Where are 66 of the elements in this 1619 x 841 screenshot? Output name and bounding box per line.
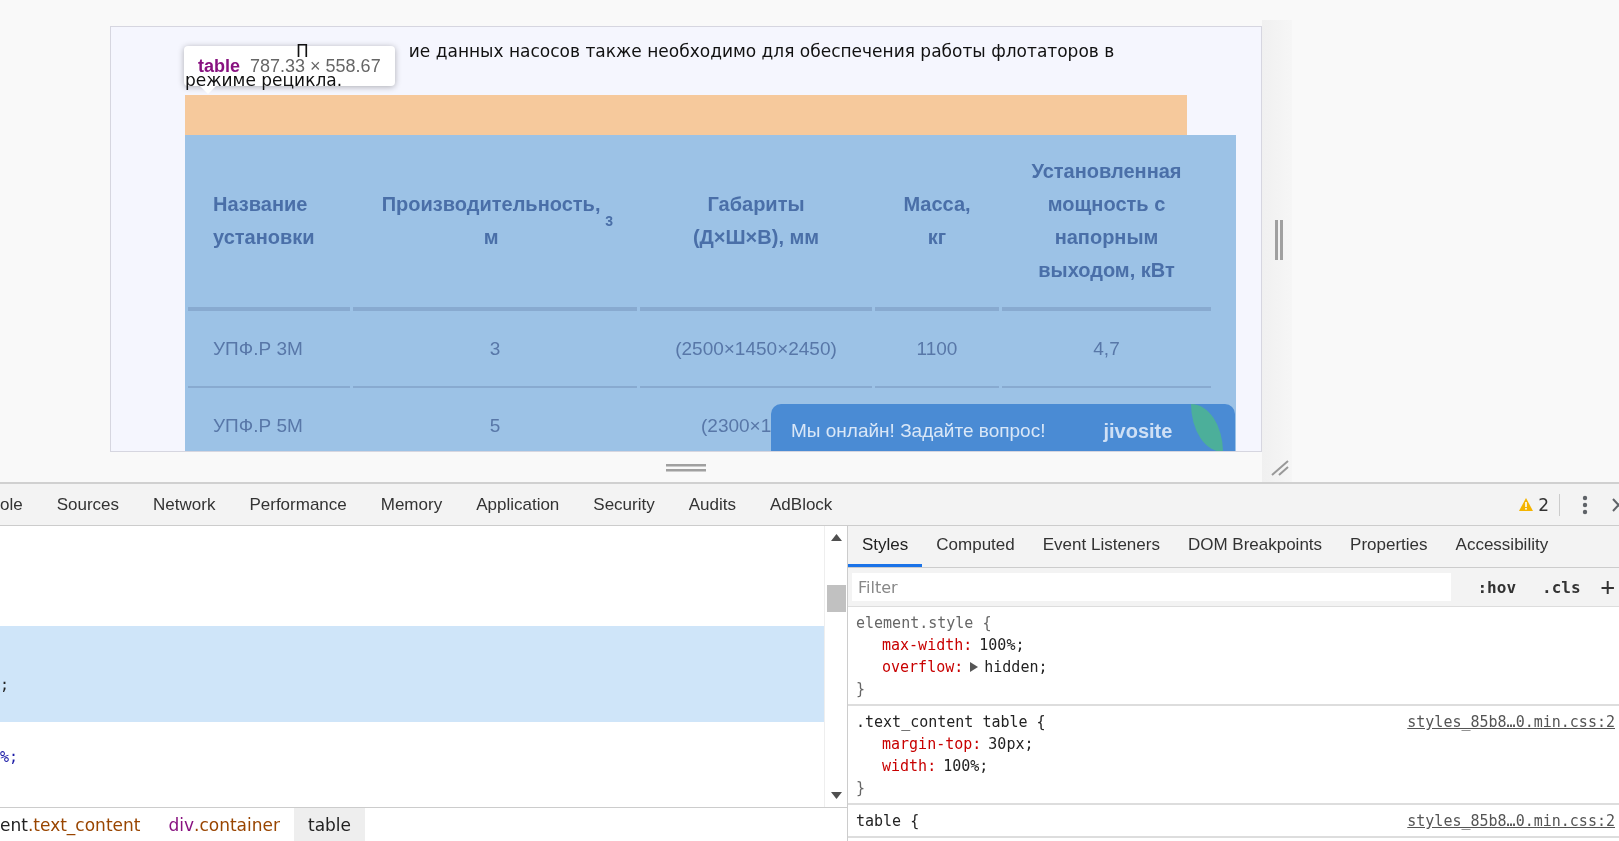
column-header: Установленная мощность с напорным выходом, кВт [1002, 135, 1211, 311]
more-menu-icon[interactable] [1582, 494, 1588, 515]
stylesheet-link[interactable]: styles_85b8…0.min.css:2 [1407, 810, 1615, 832]
chat-logo: jivosite [1103, 420, 1173, 443]
sidebar-tab[interactable]: Properties [1336, 526, 1442, 567]
sidebar-tab[interactable]: DOM Breakpoints [1173, 526, 1337, 567]
scroll-down-icon[interactable] [830, 792, 842, 799]
closing-brace: } [856, 680, 866, 698]
chat-prompt: Мы онлайн! Задайте вопрос! [791, 420, 1046, 442]
table-cell: УПФ.Р 5М [213, 414, 303, 437]
warning-icon[interactable] [1518, 497, 1535, 512]
css-value: 100%; [979, 635, 1025, 656]
expand-icon[interactable] [970, 662, 979, 672]
warning-count[interactable]: 2 [1538, 494, 1549, 515]
table-cell: 5 [489, 414, 501, 437]
column-header: Габариты (Д×Ш×В), мм [640, 135, 872, 311]
stylesheet-link[interactable]: styles_85b8…0.min.css:2 [1407, 711, 1615, 733]
close-icon[interactable] [1612, 497, 1619, 512]
code-text: ; [0, 676, 10, 694]
scroll-up-icon[interactable] [830, 534, 842, 541]
sidebar-tab[interactable]: Accessibility [1441, 526, 1563, 567]
hov-button[interactable]: :hov [1477, 577, 1516, 597]
table-cell: 1100 [916, 337, 958, 360]
devtools-tab[interactable]: Network [136, 484, 233, 525]
code-text: %; [0, 748, 19, 766]
css-selector: element.style { [856, 613, 992, 634]
new-rule-button[interactable]: + [1600, 573, 1615, 601]
devtools-tab[interactable]: Audits [671, 484, 753, 525]
css-value: 100%; [943, 756, 989, 777]
resize-handle-icon[interactable] [1274, 220, 1284, 260]
css-selector: table { [856, 811, 920, 832]
css-value: hidden; [984, 657, 1048, 678]
devtools-tab[interactable]: Application [459, 484, 577, 525]
table-cell: 4,7 [1093, 337, 1120, 360]
devtools-tab[interactable]: Security [576, 484, 672, 525]
resize-handle-icon[interactable] [666, 464, 706, 472]
devtools-tab[interactable]: Sources [39, 484, 137, 525]
tooltip-tag: table [198, 55, 240, 77]
column-header: Название установки [188, 135, 350, 311]
paragraph-text: ие данных насосов также необходимо для обеспечения работы флотаторов в [408, 41, 1115, 61]
filter-field[interactable]: Filter [852, 573, 1452, 601]
css-selector: .text_content table { [856, 712, 1046, 733]
table-cell: (2500×1450×2450) [675, 337, 837, 360]
column-header: Масса, кг [875, 135, 999, 311]
table-cell: 3 [489, 337, 501, 360]
table-cell: (2300×1 [701, 414, 772, 437]
breadcrumb[interactable]: div.container [154, 808, 294, 841]
css-property: overflow: [882, 657, 964, 678]
breadcrumb[interactable]: table [294, 808, 366, 841]
css-value: 30px; [988, 734, 1034, 755]
css-property: margin-top: [882, 734, 982, 755]
css-property: max-width: [882, 635, 973, 656]
table-cell: УПФ.Р 3М [213, 337, 303, 360]
css-property: width: [882, 756, 937, 777]
scrollbar[interactable] [824, 526, 847, 807]
devtools-tab[interactable]: Memory [363, 484, 460, 525]
breadcrumb[interactable]: ent.text_content [0, 808, 155, 841]
scroll-thumb[interactable] [826, 585, 846, 612]
devtools-tab[interactable]: ole [0, 484, 40, 525]
cls-button[interactable]: .cls [1542, 577, 1581, 597]
closing-brace: } [856, 779, 866, 797]
resize-corner-icon[interactable] [1270, 458, 1290, 476]
devtools-tab[interactable]: Performance [232, 484, 364, 525]
devtools-tab[interactable]: AdBlock [753, 484, 850, 525]
sidebar-tab[interactable]: Event Listeners [1028, 526, 1174, 567]
sidebar-tab[interactable]: Computed [922, 526, 1029, 567]
